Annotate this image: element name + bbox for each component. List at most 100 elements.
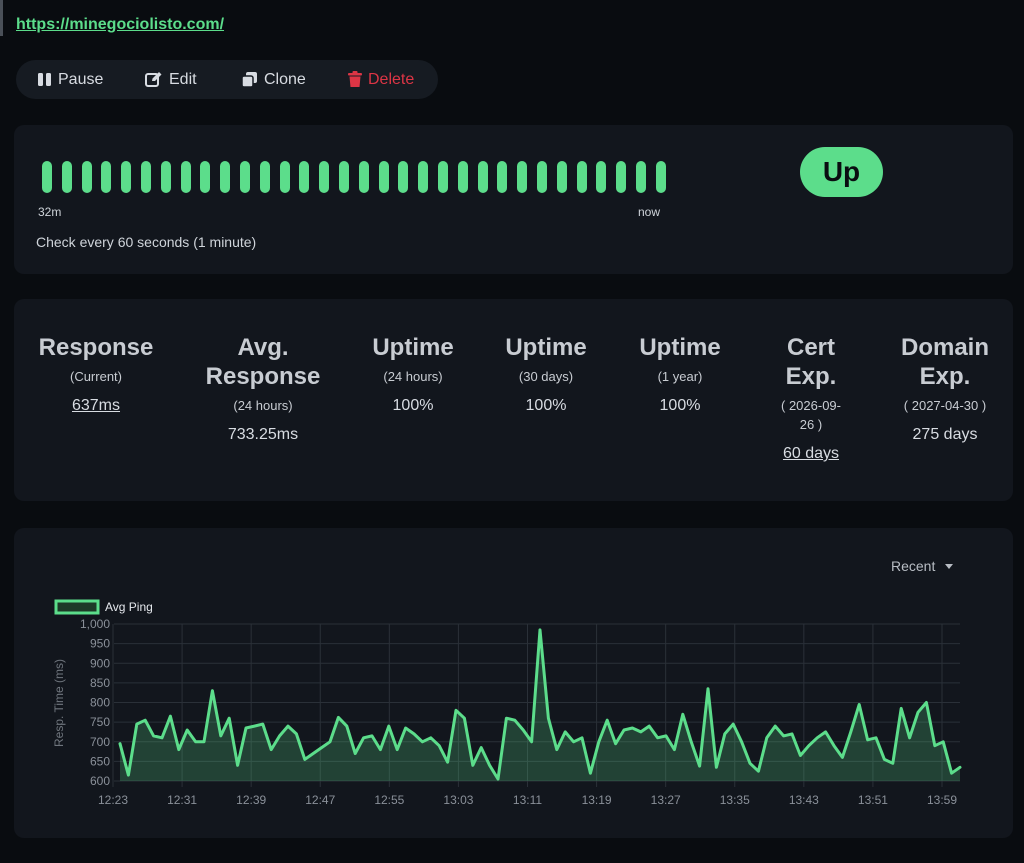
heartbeat-pill[interactable] [398, 161, 409, 193]
heartbeat-start-label: 32m [38, 205, 62, 219]
stat-title: Response [205, 363, 321, 390]
stat-value: 100% [659, 397, 701, 414]
x-tick-label: 13:35 [720, 793, 750, 807]
x-tick-label: 12:31 [167, 793, 197, 807]
stat-cert-exp: Cert Exp. ( 2026-09- 26 ) 60 days [761, 333, 861, 463]
stat-subtitle: ( 2026-09- [781, 398, 841, 413]
heartbeat-pill[interactable] [180, 161, 191, 193]
heartbeat-pill[interactable] [279, 161, 290, 193]
stat-title: Domain [900, 334, 989, 361]
heartbeat-pill[interactable] [141, 161, 151, 193]
y-axis-title: Resp. Time (ms) [52, 659, 66, 747]
heartbeat-end-label: now [638, 205, 661, 219]
delete-button[interactable]: Delete [348, 60, 414, 99]
response-value-link[interactable]: 637ms [31, 397, 161, 415]
response-time-chart: 600 650 700 750 800 850 900 950 1,000 12:23 12:31 1… [52, 599, 962, 807]
y-tick-label: 900 [90, 656, 110, 670]
clone-icon [241, 72, 257, 88]
stat-title: Uptime [372, 334, 454, 361]
y-tick-label: 800 [90, 696, 110, 710]
edit-icon [145, 72, 162, 87]
y-tick-label: 600 [90, 774, 110, 788]
y-tick-label: 950 [90, 637, 110, 651]
stat-subtitle: 26 ) [799, 417, 823, 432]
stat-title: Response [38, 334, 154, 361]
cert-exp-value-link[interactable]: 60 days [761, 445, 861, 463]
heartbeat-pill[interactable] [81, 161, 92, 193]
clone-label: Clone [264, 70, 306, 88]
stat-title: Exp. [785, 363, 837, 390]
monitor-toolbar: Pause Edit Clone Delete [16, 60, 438, 99]
heartbeat-pill[interactable] [655, 161, 666, 193]
stat-title: Uptime [639, 334, 721, 361]
heartbeat-pill[interactable] [200, 161, 211, 193]
monitor-url-link[interactable]: https://minegociolisto.com/ [16, 16, 224, 34]
heartbeat-pill[interactable] [438, 161, 448, 193]
status-badge: Up [800, 147, 883, 197]
x-tick-label: 13:19 [582, 793, 612, 807]
x-tick-label: 13:03 [443, 793, 473, 807]
check-interval-text: Check every 60 seconds (1 minute) [36, 234, 257, 250]
stat-subtitle: (1 year) [657, 369, 703, 384]
heartbeat-pill[interactable] [517, 161, 528, 193]
stat-subtitle: (Current) [69, 369, 122, 384]
trash-icon [348, 71, 362, 87]
legend-label: Avg Ping [105, 600, 153, 614]
pause-label: Pause [58, 70, 104, 88]
x-tick-label: 13:43 [789, 793, 819, 807]
legend-swatch [54, 599, 100, 615]
x-tick-label: 12:47 [305, 793, 335, 807]
avg-ping-area [120, 629, 960, 781]
x-tick-label: 12:23 [98, 793, 128, 807]
heartbeat-pill[interactable] [636, 161, 646, 193]
stat-response: Response (Current) 637ms [31, 333, 161, 415]
heartbeat-pill[interactable] [497, 161, 508, 193]
heartbeat-pill[interactable] [339, 161, 349, 193]
stat-title: Avg. [237, 334, 289, 361]
stat-title: Exp. [919, 363, 971, 390]
heartbeat-pill[interactable] [299, 161, 310, 193]
stat-subtitle: ( 2027-04-30 ) [903, 398, 987, 413]
x-tick-label: 13:27 [651, 793, 681, 807]
delete-label: Delete [368, 70, 415, 88]
heartbeat-pill[interactable] [259, 161, 270, 193]
edit-label: Edit [169, 70, 197, 88]
heartbeat-pill[interactable] [616, 161, 627, 193]
y-tick-label: 700 [90, 735, 110, 749]
pause-button[interactable]: Pause [37, 60, 103, 99]
heartbeat-pill[interactable] [220, 161, 231, 193]
chart-card: Recent 600 650 700 750 800 850 900 950 1,000 12:2… [14, 528, 1013, 838]
heartbeat-pill[interactable] [556, 161, 567, 193]
heartbeat-pill[interactable] [457, 161, 468, 193]
x-tick-label: 12:39 [236, 793, 266, 807]
y-tick-label: 1,000 [80, 617, 110, 631]
clone-button[interactable]: Clone [241, 60, 306, 99]
heartbeat-pill[interactable] [596, 161, 607, 193]
left-edge-bar [0, 0, 3, 36]
stat-avg-response: Avg. Response (24 hours) 733.25ms [193, 333, 333, 444]
heartbeat-pill[interactable] [61, 161, 72, 193]
stat-title: Uptime [505, 334, 587, 361]
heartbeat-pill[interactable] [418, 161, 429, 193]
stat-value: 100% [525, 397, 567, 414]
heartbeat-pill[interactable] [537, 161, 547, 193]
edit-button[interactable]: Edit [145, 60, 197, 99]
stat-value: 733.25ms [227, 426, 299, 443]
x-tick-label: 13:59 [927, 793, 957, 807]
x-tick-label: 13:51 [858, 793, 888, 807]
heartbeat-pill[interactable] [319, 161, 330, 193]
heartbeat-pill[interactable] [378, 161, 389, 193]
heartbeat-pill[interactable] [358, 161, 369, 193]
heartbeat-pill[interactable] [42, 161, 52, 193]
stat-uptime-24h: Uptime (24 hours) 100% [353, 333, 473, 415]
stat-domain-exp: Domain Exp. ( 2027-04-30 ) 275 days [885, 333, 1005, 444]
heartbeat-pill[interactable] [160, 161, 171, 193]
heartbeat-pill[interactable] [576, 161, 587, 193]
stat-subtitle: (30 days) [518, 369, 574, 384]
y-tick-label: 750 [90, 715, 110, 729]
heartbeat-pill[interactable] [121, 161, 132, 193]
heartbeat-pill[interactable] [477, 161, 488, 193]
pause-icon [38, 73, 51, 86]
heartbeat-pill[interactable] [240, 161, 250, 193]
heartbeat-pill[interactable] [101, 161, 112, 193]
